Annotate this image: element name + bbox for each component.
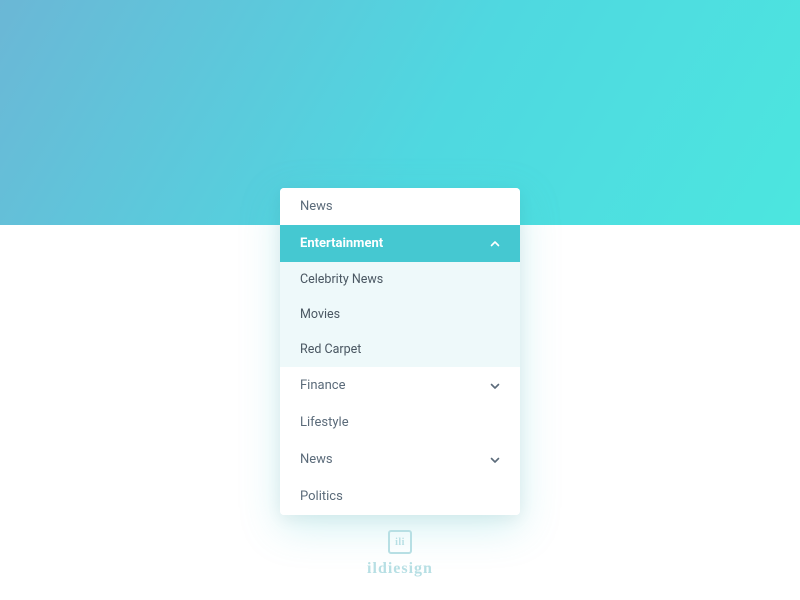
- menu-item-label: Celebrity News: [300, 272, 383, 287]
- chevron-down-icon: [490, 455, 500, 465]
- menu-item-label: Entertainment: [300, 236, 383, 251]
- menu-item-news-2[interactable]: News: [280, 441, 520, 478]
- brand-footer: ili ildiesign: [0, 530, 800, 578]
- submenu-item-celebrity-news[interactable]: Celebrity News: [280, 262, 520, 297]
- menu-item-label: Lifestyle: [300, 415, 349, 430]
- submenu-item-movies[interactable]: Movies: [280, 297, 520, 332]
- menu-item-label: Movies: [300, 307, 340, 322]
- menu-item-news[interactable]: News: [280, 188, 520, 225]
- menu-item-label: Politics: [300, 489, 343, 504]
- chevron-down-icon: [490, 381, 500, 391]
- chevron-up-icon: [490, 239, 500, 249]
- menu-item-label: Red Carpet: [300, 342, 361, 357]
- menu-item-label: News: [300, 199, 333, 214]
- menu-item-label: News: [300, 452, 333, 467]
- menu-item-entertainment[interactable]: Entertainment: [280, 225, 520, 262]
- brand-logo-icon: ili: [388, 530, 412, 554]
- brand-name: ildiesign: [367, 560, 433, 578]
- submenu-item-red-carpet[interactable]: Red Carpet: [280, 332, 520, 367]
- dropdown-menu: News Entertainment Celebrity News Movies…: [280, 188, 520, 515]
- menu-item-lifestyle[interactable]: Lifestyle: [280, 404, 520, 441]
- menu-item-finance[interactable]: Finance: [280, 367, 520, 404]
- menu-item-politics[interactable]: Politics: [280, 478, 520, 515]
- menu-item-label: Finance: [300, 378, 345, 393]
- brand-mark-text: ili: [395, 537, 405, 548]
